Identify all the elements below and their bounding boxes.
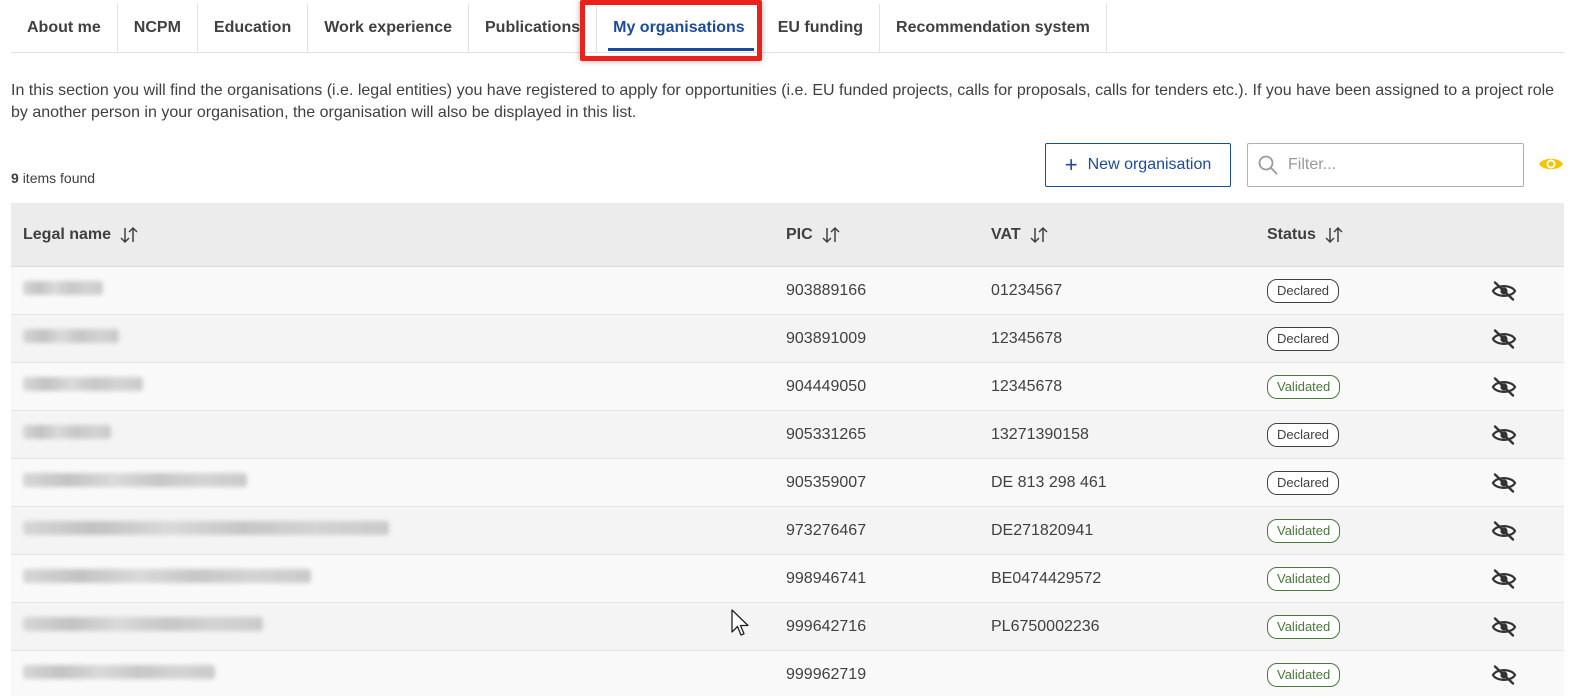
visibility-off-icon[interactable] <box>1491 376 1517 403</box>
sort-icon <box>822 226 840 243</box>
status-badge-label: Declared <box>1267 326 1340 351</box>
table-row[interactable]: 998946741 BE0474429572 Validated <box>11 555 1564 603</box>
visibility-off-icon[interactable] <box>1491 520 1517 547</box>
status-badge-label: Declared <box>1267 470 1340 495</box>
legal-name-redacted <box>23 425 111 444</box>
column-label: Status <box>1267 225 1316 243</box>
vat-cell: PL6750002236 <box>991 617 1100 635</box>
eye-icon[interactable] <box>1538 154 1564 174</box>
pic-cell: 998946741 <box>786 569 867 587</box>
status-badge: Declared <box>1267 422 1340 447</box>
visibility-off-icon[interactable] <box>1491 664 1517 691</box>
table-row[interactable]: 905359007 DE 813 298 461 Declared <box>11 459 1564 507</box>
tab-bar: About me NCPM Education Work experience … <box>11 4 1564 53</box>
tab-my-organisations[interactable]: My organisations <box>597 4 762 52</box>
column-header-pic[interactable]: PIC <box>786 226 841 244</box>
column-header-status[interactable]: Status <box>1267 226 1344 244</box>
status-badge: Declared <box>1267 470 1340 495</box>
status-badge: Declared <box>1267 278 1340 303</box>
vat-cell: 12345678 <box>991 329 1063 347</box>
tab-ncpm[interactable]: NCPM <box>118 4 198 52</box>
filter-input[interactable] <box>1288 156 1508 174</box>
plus-icon: + <box>1064 152 1078 177</box>
status-badge: Validated <box>1267 518 1341 543</box>
legal-name-redacted <box>23 281 103 300</box>
status-badge-label: Validated <box>1267 518 1341 543</box>
sort-icon <box>1030 226 1048 243</box>
pic-cell: 999962719 <box>786 665 867 683</box>
visibility-off-icon[interactable] <box>1491 424 1517 451</box>
pic-cell: 903891009 <box>786 329 867 347</box>
column-label: Legal name <box>23 225 112 243</box>
legal-name-redacted <box>23 665 215 684</box>
column-header-vat[interactable]: VAT <box>991 226 1049 244</box>
status-badge-label: Validated <box>1267 566 1341 591</box>
vat-cell: 13271390158 <box>991 425 1089 443</box>
new-organisation-button[interactable]: + New organisation <box>1045 143 1231 187</box>
tab-about-me[interactable]: About me <box>11 4 118 52</box>
section-description: In this section you will find the organi… <box>11 82 1555 121</box>
column-header-legal-name[interactable]: Legal name <box>23 226 139 244</box>
table-row[interactable]: 999962719 Validated <box>11 651 1564 696</box>
table-row[interactable]: 999642716 PL6750002236 Validated <box>11 603 1564 651</box>
pic-cell: 905359007 <box>786 473 867 491</box>
sort-icon <box>1325 226 1343 243</box>
legal-name-redacted <box>23 329 119 348</box>
tab-recommendation-system[interactable]: Recommendation system <box>880 4 1107 52</box>
vat-cell: DE271820941 <box>991 521 1094 539</box>
legal-name-redacted <box>23 569 311 588</box>
table-header: Legal name PIC VAT Status <box>11 203 1564 267</box>
status-badge: Validated <box>1267 662 1341 687</box>
results-count-suffix: items found <box>22 170 96 186</box>
legal-name-redacted <box>23 521 389 540</box>
visibility-off-icon[interactable] <box>1491 328 1517 355</box>
vat-cell: BE0474429572 <box>991 569 1102 587</box>
vat-cell: DE 813 298 461 <box>991 473 1107 491</box>
vat-cell: 01234567 <box>991 281 1063 299</box>
status-badge: Validated <box>1267 566 1341 591</box>
new-organisation-label: New organisation <box>1087 156 1212 173</box>
status-badge-label: Validated <box>1267 662 1341 687</box>
pic-cell: 904449050 <box>786 377 867 395</box>
status-badge: Validated <box>1267 374 1341 399</box>
pic-cell: 905331265 <box>786 425 867 443</box>
table-row[interactable]: 903889166 01234567 Declared <box>11 267 1564 315</box>
column-label: PIC <box>786 225 813 243</box>
visibility-off-icon[interactable] <box>1491 472 1517 499</box>
status-badge-label: Validated <box>1267 614 1341 639</box>
table-row[interactable]: 973276467 DE271820941 Validated <box>11 507 1564 555</box>
status-badge-label: Declared <box>1267 278 1340 303</box>
column-label: VAT <box>991 225 1021 243</box>
visibility-off-icon[interactable] <box>1491 568 1517 595</box>
search-icon <box>1258 155 1278 175</box>
tab-publications[interactable]: Publications <box>469 4 598 52</box>
legal-name-redacted <box>23 473 247 492</box>
pic-cell: 999642716 <box>786 617 867 635</box>
tab-work-experience[interactable]: Work experience <box>308 4 469 52</box>
filter-field <box>1247 143 1524 187</box>
legal-name-redacted <box>23 377 143 396</box>
vat-cell: 12345678 <box>991 377 1063 395</box>
sort-icon <box>120 226 138 243</box>
table-row[interactable]: 904449050 12345678 Validated <box>11 363 1564 411</box>
tab-education[interactable]: Education <box>198 4 309 52</box>
visibility-off-icon[interactable] <box>1491 616 1517 643</box>
table-row[interactable]: 905331265 13271390158 Declared <box>11 411 1564 459</box>
legal-name-redacted <box>23 617 263 636</box>
visibility-off-icon[interactable] <box>1491 280 1517 307</box>
results-count: 9 items found <box>11 170 95 186</box>
organisations-table: Legal name PIC VAT Status 903889166 0123… <box>11 203 1564 696</box>
status-badge-label: Validated <box>1267 374 1341 399</box>
table-body: 903889166 01234567 Declared 903891009 12… <box>11 267 1564 696</box>
status-badge: Validated <box>1267 614 1341 639</box>
results-count-number: 9 <box>11 170 19 186</box>
pic-cell: 903889166 <box>786 281 867 299</box>
status-badge: Declared <box>1267 326 1340 351</box>
tab-eu-funding[interactable]: EU funding <box>762 4 881 52</box>
status-badge-label: Declared <box>1267 422 1340 447</box>
table-row[interactable]: 903891009 12345678 Declared <box>11 315 1564 363</box>
pic-cell: 973276467 <box>786 521 867 539</box>
